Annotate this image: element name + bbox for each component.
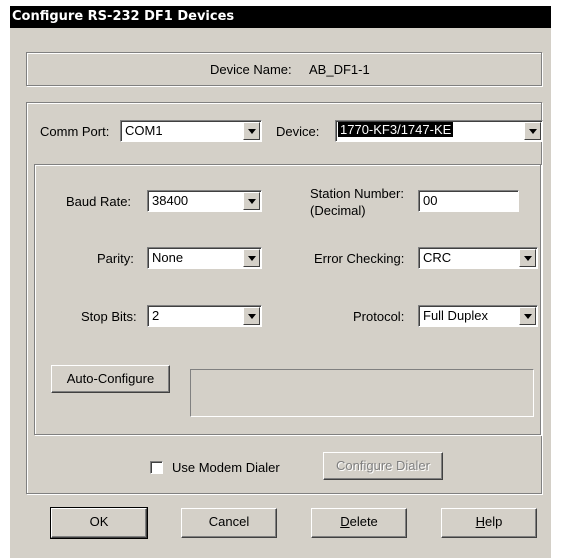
station-number-value: 00 (423, 193, 438, 208)
use-modem-dialer-label: Use Modem Dialer (172, 460, 280, 475)
baud-rate-value: 38400 (152, 193, 189, 208)
auto-configure-button[interactable]: Auto-Configure (51, 365, 170, 393)
comm-port-label: Comm Port: (40, 124, 110, 139)
device-name-label: Device Name: (210, 62, 292, 77)
auto-configure-status-box (190, 369, 534, 417)
title-bar: Configure RS-232 DF1 Devices (10, 6, 551, 28)
baud-rate-label: Baud Rate: (66, 194, 132, 209)
stop-bits-select[interactable]: 2 (147, 305, 262, 327)
chevron-down-icon (248, 314, 256, 319)
ok-button[interactable]: OK (50, 507, 148, 539)
error-checking-select[interactable]: CRC (418, 247, 538, 269)
chevron-down-icon (524, 256, 532, 261)
chevron-down-icon (248, 129, 256, 134)
chevron-down-icon (529, 129, 537, 134)
parity-dropdown-button[interactable] (243, 249, 260, 267)
delete-label: Delete (340, 514, 378, 529)
configure-dialog: Configure RS-232 DF1 Devices Device Name… (10, 6, 551, 558)
station-number-label: Station Number: (310, 186, 404, 201)
help-label-rest: elp (485, 514, 503, 529)
device-value: 1770-KF3/1747-KE (338, 122, 454, 137)
chevron-down-icon (248, 256, 256, 261)
help-label: Help (476, 514, 503, 529)
device-label: Device: (276, 124, 320, 139)
stop-bits-value: 2 (152, 308, 160, 323)
chevron-down-icon (524, 314, 532, 319)
ok-label: OK (89, 514, 109, 529)
stop-bits-dropdown-button[interactable] (243, 307, 260, 325)
use-modem-dialer-checkbox[interactable] (150, 461, 163, 474)
chevron-down-icon (248, 199, 256, 204)
delete-mnemonic: D (340, 514, 350, 529)
baud-rate-select[interactable]: 38400 (147, 190, 262, 212)
help-button[interactable]: Help (441, 508, 537, 538)
protocol-dropdown-button[interactable] (519, 307, 536, 325)
parity-select[interactable]: None (147, 247, 262, 269)
cancel-label: Cancel (208, 514, 250, 529)
protocol-select[interactable]: Full Duplex (418, 305, 538, 327)
configure-dialer-button[interactable]: Configure Dialer (323, 452, 443, 480)
delete-button[interactable]: Delete (311, 508, 407, 538)
comm-port-dropdown-button[interactable] (243, 122, 260, 140)
station-number-input[interactable]: 00 (418, 190, 519, 212)
cancel-button[interactable]: Cancel (181, 508, 277, 538)
comm-port-value: COM1 (125, 123, 163, 138)
device-name-value: AB_DF1-1 (309, 62, 370, 77)
comm-port-select[interactable]: COM1 (120, 120, 262, 142)
parity-label: Parity: (97, 251, 134, 266)
protocol-value: Full Duplex (423, 308, 489, 323)
protocol-label: Protocol: (353, 309, 405, 324)
help-mnemonic: H (475, 514, 486, 529)
device-select[interactable]: 1770-KF3/1747-KE (335, 120, 543, 142)
stop-bits-label: Stop Bits: (81, 309, 137, 324)
station-number-sublabel: (Decimal) (310, 203, 366, 218)
parity-value: None (152, 250, 184, 265)
baud-rate-dropdown-button[interactable] (243, 192, 260, 210)
device-dropdown-button[interactable] (524, 122, 541, 140)
configure-dialer-label: Configure Dialer (336, 458, 430, 473)
error-checking-label: Error Checking: (314, 251, 405, 266)
error-checking-dropdown-button[interactable] (519, 249, 536, 267)
auto-configure-label: Auto-Configure (66, 371, 155, 386)
delete-label-rest: elete (349, 514, 378, 529)
error-checking-value: CRC (423, 250, 452, 265)
